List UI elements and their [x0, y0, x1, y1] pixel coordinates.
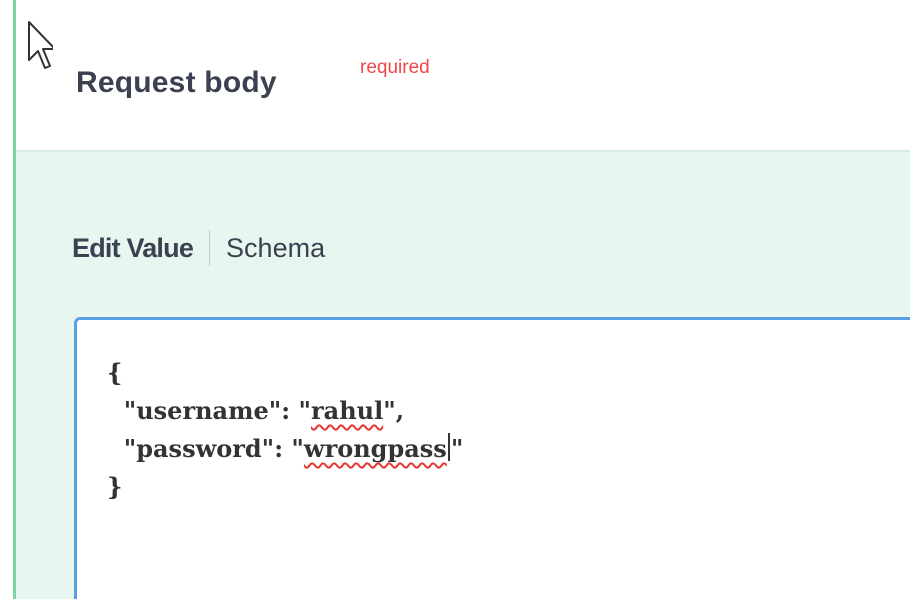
json-key-username: "username"	[123, 396, 282, 425]
close-brace: }	[107, 472, 123, 501]
open-brace: {	[107, 358, 123, 387]
required-label: required	[360, 57, 430, 78]
json-quote: "	[383, 396, 396, 425]
tab-schema[interactable]: Schema	[226, 233, 325, 264]
json-comma: ,	[395, 396, 405, 425]
tab-edit-value[interactable]: Edit Value	[72, 233, 194, 264]
request-body-editor[interactable]: { "username": "rahul", "password": "wron…	[74, 317, 910, 599]
json-value-password: wrongpass	[303, 434, 447, 463]
json-quote: "	[298, 396, 311, 425]
json-quote: "	[450, 434, 464, 463]
json-code[interactable]: { "username": "rahul", "password": "wron…	[107, 354, 463, 506]
section-accent-rule	[13, 0, 16, 599]
mouse-pointer-icon	[28, 21, 53, 69]
editor-tabs: Edit Value Schema	[72, 228, 325, 268]
tab-divider	[209, 230, 211, 266]
json-value-username: rahul	[311, 396, 384, 425]
request-body-panel: Request body required Edit Value Schema …	[0, 0, 910, 599]
json-colon: :	[274, 434, 292, 463]
request-body-title: Request body	[76, 66, 277, 99]
json-quote: "	[291, 434, 304, 463]
json-colon: :	[281, 396, 299, 425]
text-caret	[447, 433, 450, 461]
json-key-password: "password"	[123, 434, 275, 463]
